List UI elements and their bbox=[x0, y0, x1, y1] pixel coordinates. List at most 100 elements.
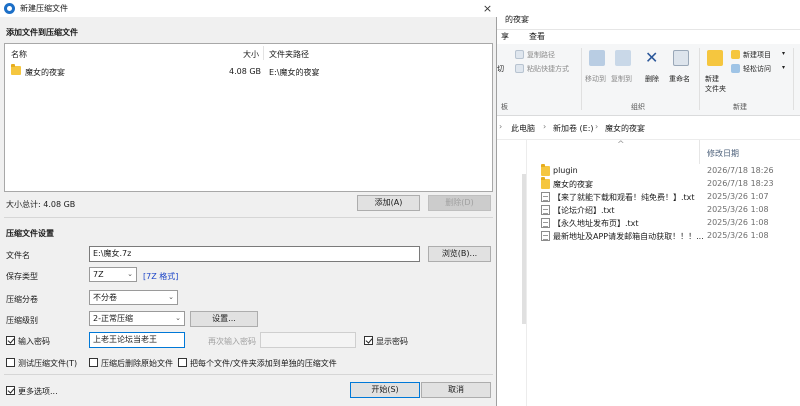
column-header-name[interactable]: 名称 bbox=[11, 49, 27, 60]
column-divider[interactable] bbox=[699, 140, 700, 164]
ribbon-paste-shortcut[interactable]: 粘贴快捷方式 bbox=[527, 64, 569, 74]
ribbon-delete[interactable]: 删除 bbox=[645, 74, 659, 84]
nav-scrollbar-thumb[interactable] bbox=[522, 174, 526, 324]
ribbon-cut-fragment[interactable]: 切 bbox=[497, 64, 504, 74]
save-type-select[interactable]: 7Z ⌄ bbox=[89, 267, 137, 282]
separate-archives-label[interactable]: 把每个文件/文件夹添加到单独的压缩文件 bbox=[190, 358, 337, 369]
file-row[interactable]: plugin 2026/7/18 18:26 bbox=[541, 164, 797, 178]
test-archive-label[interactable]: 测试压缩文件(T) bbox=[18, 358, 77, 369]
start-button[interactable]: 开始(S) bbox=[350, 382, 420, 398]
filename-field[interactable]: E:\魔女.7z bbox=[89, 246, 420, 262]
file-row[interactable]: 【永久地址发布页】.txt 2025/3/26 1:08 bbox=[541, 217, 797, 230]
explorer-address-bar[interactable]: › 此电脑 › 新加卷 (E:) › 魔女的夜宴 bbox=[497, 116, 800, 140]
ribbon-clipboard-group-fragment: 板 bbox=[501, 103, 508, 111]
file-name: 魔女的夜宴 bbox=[553, 180, 593, 189]
text-file-icon bbox=[541, 218, 550, 228]
password-checkbox[interactable] bbox=[6, 336, 15, 345]
explorer-ribbon: 切 板 复制路径 粘贴快捷方式 移动到 复制到 ✕ 删除 重命名 组织 新建 文… bbox=[497, 44, 800, 116]
browse-button[interactable]: 浏览(B)... bbox=[428, 246, 491, 262]
breadcrumb-drive[interactable]: 新加卷 (E:) bbox=[553, 123, 594, 134]
ribbon-easy-access[interactable]: 轻松访问 bbox=[743, 64, 771, 74]
ribbon-new-group: 新建 bbox=[733, 103, 747, 111]
column-header-size[interactable]: 大小 bbox=[243, 49, 259, 60]
split-volume-label: 压缩分卷 bbox=[6, 295, 38, 304]
compression-level-select[interactable]: 2-正常压缩 ⌄ bbox=[89, 311, 185, 326]
file-explorer-window: 的夜宴 享 查看 切 板 复制路径 粘贴快捷方式 移动到 复制到 ✕ 删除 重命… bbox=[497, 0, 800, 406]
new-item-icon bbox=[731, 50, 740, 59]
files-list[interactable]: 名称 大小 文件夹路径 魔女的夜宴 4.08 GB E:\魔女的夜宴 bbox=[4, 43, 493, 192]
filename-label: 文件名 bbox=[6, 251, 30, 260]
ribbon-copy-path[interactable]: 复制路径 bbox=[527, 50, 555, 60]
new-archive-dialog: 新建压缩文件 × 添加文件到压缩文件 名称 大小 文件夹路径 魔女的夜宴 4.0… bbox=[0, 0, 497, 406]
ribbon-copy-to[interactable]: 复制到 bbox=[611, 74, 632, 84]
column-header-date[interactable]: 修改日期 bbox=[707, 148, 739, 159]
explorer-title: 的夜宴 bbox=[505, 15, 529, 24]
close-icon[interactable]: × bbox=[480, 1, 495, 16]
delete-button[interactable]: 删除(D) bbox=[428, 195, 491, 211]
ribbon-tab-share[interactable]: 享 bbox=[501, 31, 509, 42]
copy-to-icon bbox=[615, 50, 631, 66]
split-volume-select[interactable]: 不分卷 ⌄ bbox=[89, 290, 178, 305]
file-row[interactable]: 最新地址及APP请发邮箱自动获取！！！... 2025/3/26 1:08 bbox=[541, 230, 797, 243]
breadcrumb-this-pc[interactable]: 此电脑 bbox=[511, 123, 535, 134]
text-file-icon bbox=[541, 205, 550, 215]
list-item-path: E:\魔女的夜宴 bbox=[269, 68, 320, 77]
ribbon-separator bbox=[793, 48, 794, 110]
ribbon-separator bbox=[699, 48, 700, 110]
settings-button[interactable]: 设置... bbox=[190, 311, 258, 327]
file-date: 2025/3/26 1:08 bbox=[707, 218, 769, 227]
explorer-nav-pane bbox=[497, 140, 527, 406]
add-button[interactable]: 添加(A) bbox=[357, 195, 420, 211]
separate-archives-checkbox[interactable] bbox=[178, 358, 187, 367]
ribbon-rename[interactable]: 重命名 bbox=[669, 74, 690, 84]
file-row[interactable]: 魔女的夜宴 2026/7/18 18:23 bbox=[541, 177, 797, 191]
chevron-down-icon: ⌄ bbox=[175, 314, 181, 322]
dialog-titlebar[interactable]: 新建压缩文件 × bbox=[0, 0, 497, 17]
delete-source-checkbox[interactable] bbox=[89, 358, 98, 367]
ribbon-organize-group: 组织 bbox=[631, 103, 645, 111]
format-link[interactable]: [7Z 格式] bbox=[143, 271, 178, 282]
copy-path-icon bbox=[515, 50, 524, 59]
rename-icon bbox=[673, 50, 689, 66]
easy-access-dropdown-icon[interactable]: ▾ bbox=[782, 64, 785, 71]
ribbon-new-item[interactable]: 新建项目 bbox=[743, 50, 771, 60]
chevron-down-icon: ⌄ bbox=[168, 293, 174, 301]
column-divider[interactable] bbox=[263, 46, 264, 60]
section-divider bbox=[4, 374, 493, 375]
section-divider bbox=[4, 217, 493, 218]
file-name: plugin bbox=[553, 166, 578, 175]
more-options-label[interactable]: 更多选项... bbox=[18, 386, 58, 397]
ribbon-new-folder[interactable]: 新建 文件夹 bbox=[705, 74, 726, 94]
confirm-password-field[interactable] bbox=[260, 332, 356, 348]
nav-scrollbar[interactable] bbox=[521, 144, 527, 334]
dialog-title: 新建压缩文件 bbox=[20, 4, 68, 13]
compression-level-label: 压缩级别 bbox=[6, 316, 38, 325]
archive-settings-section-title: 压缩文件设置 bbox=[6, 229, 54, 238]
list-item-size: 4.08 GB bbox=[229, 67, 262, 76]
add-files-section-title: 添加文件到压缩文件 bbox=[6, 28, 78, 37]
new-folder-icon bbox=[707, 50, 723, 66]
folder-icon bbox=[541, 164, 550, 176]
file-row[interactable]: 【来了就能下载和观看！纯免费！】.txt 2025/3/26 1:07 bbox=[541, 191, 797, 204]
list-item-name[interactable]: 魔女的夜宴 bbox=[25, 67, 65, 78]
save-type-value: 7Z bbox=[93, 270, 104, 279]
file-date: 2025/3/26 1:08 bbox=[707, 231, 769, 240]
confirm-password-label: 再次输入密码 bbox=[208, 337, 256, 346]
file-name: 最新地址及APP请发邮箱自动获取！！！... bbox=[553, 232, 704, 241]
folder-icon bbox=[541, 177, 550, 189]
new-item-dropdown-icon[interactable]: ▾ bbox=[782, 50, 785, 57]
file-row[interactable]: 【论坛介绍】.txt 2025/3/26 1:08 bbox=[541, 204, 797, 217]
ribbon-move-to[interactable]: 移动到 bbox=[585, 74, 606, 84]
show-password-label[interactable]: 显示密码 bbox=[376, 336, 408, 347]
test-archive-checkbox[interactable] bbox=[6, 358, 15, 367]
ribbon-tab-view[interactable]: 查看 bbox=[529, 31, 545, 42]
column-header-path[interactable]: 文件夹路径 bbox=[269, 49, 309, 60]
show-password-checkbox[interactable] bbox=[364, 336, 373, 345]
breadcrumb-folder[interactable]: 魔女的夜宴 bbox=[605, 123, 645, 134]
delete-source-label[interactable]: 压缩后删除原始文件 bbox=[101, 358, 173, 369]
cancel-button[interactable]: 取消 bbox=[421, 382, 491, 398]
password-field[interactable]: 上老王论坛当老王 bbox=[89, 332, 185, 348]
more-options-checkbox[interactable] bbox=[6, 386, 15, 395]
explorer-ribbon-tabs: 享 查看 bbox=[497, 30, 800, 44]
password-checkbox-label[interactable]: 输入密码 bbox=[18, 336, 50, 347]
